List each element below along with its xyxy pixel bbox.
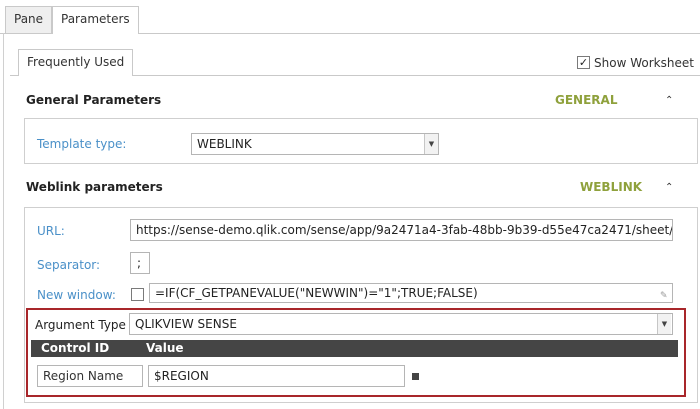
column-control-id: Control ID [41, 341, 110, 355]
chevron-down-icon[interactable]: ▼ [424, 134, 438, 154]
argument-type-label: Argument Type [35, 318, 126, 332]
collapse-weblink-icon[interactable]: ⌃ [665, 182, 673, 193]
argument-type-select[interactable]: QLIKVIEW SENSE [129, 313, 673, 335]
separator-input[interactable]: ; [130, 252, 150, 274]
new-window-expression-input[interactable]: =IF(CF_GETPANEVALUE("NEWWIN")="1";TRUE;F… [149, 283, 673, 303]
template-type-select[interactable]: WEBLINK [191, 133, 439, 155]
weblink-section-title: Weblink parameters [26, 180, 163, 194]
weblink-section-tag: WEBLINK [580, 180, 643, 194]
show-worksheet-label: Show Worksheet [594, 56, 694, 70]
separator-label: Separator: [37, 258, 101, 272]
url-label: URL: [37, 224, 65, 238]
column-value: Value [146, 341, 184, 355]
template-type-value: WEBLINK [197, 137, 252, 151]
control-table-header: Control ID Value [31, 340, 678, 357]
url-input[interactable]: https://sense-demo.qlik.com/sense/app/9a… [130, 219, 673, 241]
control-value-input[interactable]: $REGION [148, 365, 405, 387]
new-window-label: New window: [37, 288, 116, 302]
checkmark-icon: ✓ [578, 56, 589, 69]
show-worksheet-checkbox[interactable]: ✓ [577, 56, 590, 69]
tab-frequently-used[interactable]: Frequently Used [18, 49, 134, 76]
general-section-tag: GENERAL [555, 93, 618, 107]
control-id-input[interactable]: Region Name [37, 365, 143, 387]
expression-editor-icon[interactable]: ✎ [660, 291, 668, 301]
chevron-down-icon[interactable]: ▼ [657, 314, 671, 334]
general-section-title: General Parameters [26, 93, 162, 107]
argument-type-value: QLIKVIEW SENSE [135, 317, 237, 331]
collapse-general-icon[interactable]: ⌃ [665, 95, 673, 106]
tab-pane[interactable]: Pane [5, 6, 53, 33]
template-type-label: Template type: [37, 137, 127, 151]
row-handle-icon[interactable] [412, 373, 419, 380]
tab-parameters[interactable]: Parameters [52, 6, 139, 34]
new-window-checkbox[interactable] [131, 288, 144, 301]
